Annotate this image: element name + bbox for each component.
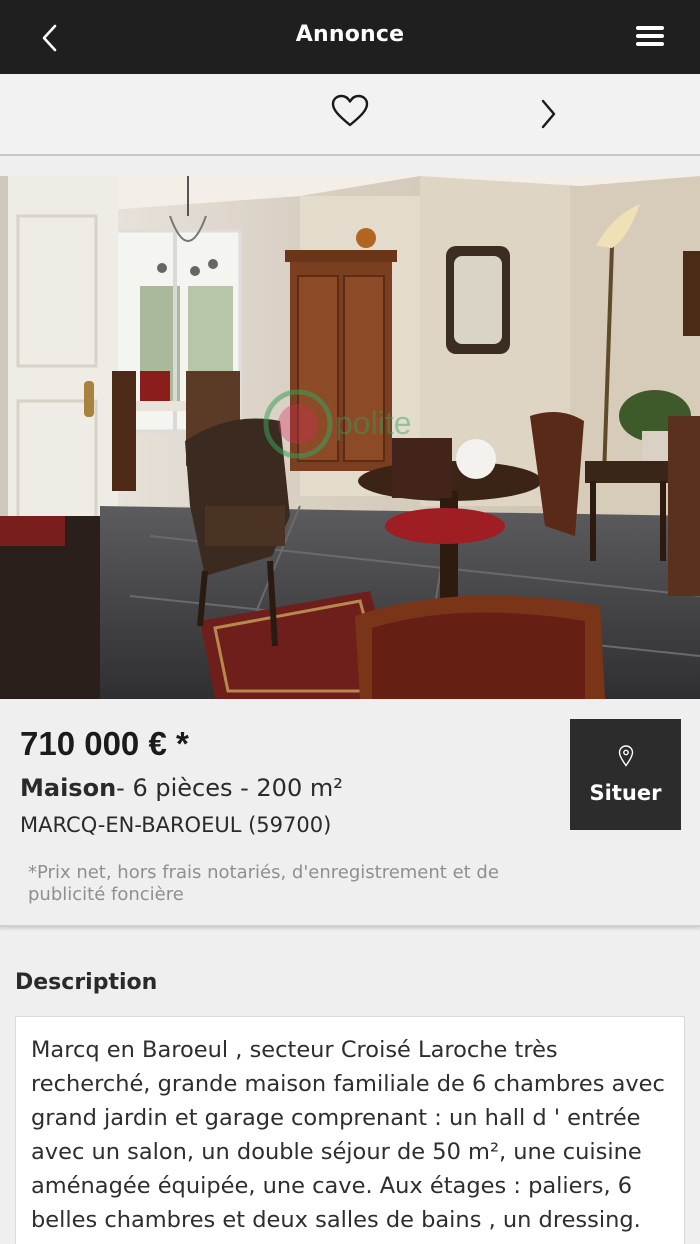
description-text: Marcq en Baroeul , secteur Croisé Laroch…	[31, 1037, 665, 1233]
svg-text:polite: polite	[335, 405, 412, 441]
top-app-bar: Annonce	[0, 0, 700, 74]
page-title: Annonce	[295, 22, 405, 47]
heart-outline-icon	[331, 94, 369, 127]
interior-photo-illustration: polite	[0, 176, 700, 699]
listing-city: MARCQ-EN-BAROEUL (59700)	[20, 813, 332, 837]
locate-button-label: Situer	[589, 780, 662, 805]
chevron-right-icon	[541, 99, 556, 129]
listing-photo[interactable]: polite	[0, 176, 700, 699]
map-pin-icon	[618, 744, 633, 767]
next-listing-button[interactable]	[530, 94, 566, 134]
property-type: Maison	[20, 774, 117, 802]
price-disclaimer: *Prix net, hors frais notariés, d'enregi…	[28, 862, 499, 905]
listing-summary: 710 000 € * Maison- 6 pièces - 200 m² MA…	[0, 699, 700, 927]
property-details: - 6 pièces - 200 m²	[116, 774, 343, 802]
listing-subtitle: Maison- 6 pièces - 200 m²	[20, 774, 343, 802]
description-card: Marcq en Baroeul , secteur Croisé Laroch…	[15, 1016, 685, 1244]
menu-button[interactable]	[630, 18, 670, 54]
listing-price: 710 000 € *	[20, 725, 189, 762]
hamburger-menu-icon	[636, 26, 664, 46]
locate-button[interactable]: Situer	[570, 719, 681, 830]
listing-action-bar	[0, 74, 700, 156]
description-heading: Description	[15, 970, 158, 995]
favorite-button[interactable]	[326, 90, 374, 132]
